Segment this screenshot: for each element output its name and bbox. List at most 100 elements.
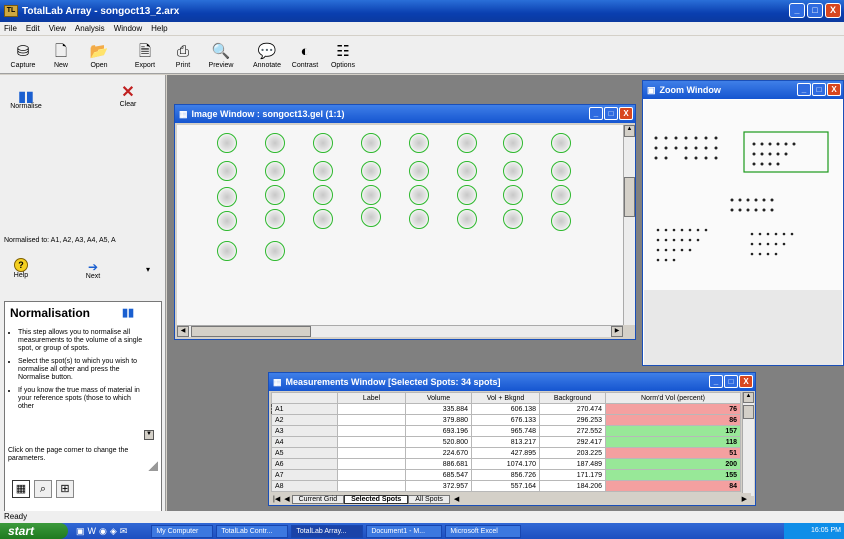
next-button[interactable]: ➔ Next xyxy=(78,261,108,280)
minimize-button[interactable]: _ xyxy=(589,107,603,120)
spot[interactable] xyxy=(409,185,429,205)
task-microsoft-excel[interactable]: Microsoft Excel xyxy=(445,524,522,538)
spot[interactable] xyxy=(217,211,237,231)
close-button[interactable]: X xyxy=(619,107,633,120)
spot[interactable] xyxy=(361,133,381,153)
maximize-button[interactable]: □ xyxy=(807,3,823,18)
maximize-button[interactable]: □ xyxy=(604,107,618,120)
spot[interactable] xyxy=(265,209,285,229)
spot[interactable] xyxy=(361,207,381,227)
spot[interactable] xyxy=(217,133,237,153)
spot[interactable] xyxy=(217,187,237,207)
spot[interactable] xyxy=(265,241,285,261)
preview-button[interactable]: 🔍 Preview xyxy=(202,36,240,73)
spot[interactable] xyxy=(265,161,285,181)
tab-selected-spots[interactable]: Selected Spots xyxy=(344,494,409,504)
spot[interactable] xyxy=(457,185,477,205)
task-totallab-array[interactable]: TotalLab Array... xyxy=(291,524,364,538)
table-row[interactable]: A4 520.800 813.217 292.417 118 xyxy=(271,436,741,448)
table-row[interactable]: A8 372.957 557.164 184.206 84 xyxy=(271,480,741,492)
spot[interactable] xyxy=(217,241,237,261)
spot[interactable] xyxy=(313,161,333,181)
task-my-computer[interactable]: My Computer xyxy=(151,524,214,538)
vertical-scrollbar[interactable]: ▲ xyxy=(742,392,754,496)
task-totallab-control[interactable]: TotalLab Contr... xyxy=(216,524,289,538)
spot[interactable] xyxy=(217,161,237,181)
tab-scroll-left-icon[interactable]: ◀ xyxy=(450,495,463,503)
scroll-left-button[interactable]: ◀ xyxy=(177,326,189,337)
close-button[interactable]: X xyxy=(739,375,753,388)
measurements-window-titlebar[interactable]: ▦ Measurements Window [Selected Spots: 3… xyxy=(269,373,755,391)
scroll-thumb[interactable] xyxy=(624,177,635,217)
scroll-up-button[interactable]: ▲ xyxy=(743,392,754,403)
export-button[interactable]: 🗎 Export xyxy=(126,36,164,73)
chevron-down-icon[interactable]: ▾ xyxy=(146,265,150,274)
menu-analysis[interactable]: Analysis xyxy=(75,24,105,33)
menu-view[interactable]: View xyxy=(49,24,66,33)
scroll-down-button[interactable]: ▼ xyxy=(144,430,154,440)
spot[interactable] xyxy=(503,133,523,153)
quick-launch-icon[interactable]: ◈ xyxy=(110,526,117,537)
scroll-right-button[interactable]: ▶ xyxy=(611,326,623,337)
column-header[interactable]: Vol + Bkgnd xyxy=(471,392,540,404)
close-button[interactable]: X xyxy=(827,83,841,96)
quick-launch-icon[interactable]: ◉ xyxy=(99,526,107,537)
zoom-view-icon[interactable]: ⌕ xyxy=(34,480,52,498)
maximize-button[interactable]: □ xyxy=(724,375,738,388)
help-button[interactable]: ? Help xyxy=(6,258,36,279)
table-row[interactable]: A7 685.547 856.726 171.179 155 xyxy=(271,469,741,481)
spot[interactable] xyxy=(361,185,381,205)
spot[interactable] xyxy=(265,185,285,205)
spot[interactable] xyxy=(503,185,523,205)
tab-first-icon[interactable]: |◀ xyxy=(271,495,282,503)
clear-button[interactable]: ✕ Clear xyxy=(108,85,148,109)
minimize-button[interactable]: _ xyxy=(789,3,805,18)
contrast-button[interactable]: ◐ Contrast xyxy=(286,36,324,73)
minimize-button[interactable]: _ xyxy=(709,375,723,388)
minimize-button[interactable]: _ xyxy=(797,83,811,96)
spot[interactable] xyxy=(457,209,477,229)
quick-launch-icon[interactable]: ✉ xyxy=(120,526,128,537)
menu-help[interactable]: Help xyxy=(151,24,167,33)
spot[interactable] xyxy=(457,133,477,153)
menu-window[interactable]: Window xyxy=(114,24,142,33)
options-button[interactable]: ☷ Options xyxy=(324,36,362,73)
print-button[interactable]: ⎙ Print xyxy=(164,36,202,73)
menu-edit[interactable]: Edit xyxy=(26,24,40,33)
tab-current-grid[interactable]: Current Grid xyxy=(291,494,345,504)
spot[interactable] xyxy=(551,161,571,181)
quick-launch-icon[interactable]: ▣ xyxy=(76,526,85,537)
gel-image[interactable] xyxy=(177,125,623,325)
image-window-titlebar[interactable]: ▦ Image Window : songoct13.gel (1:1) _ □ X xyxy=(175,105,635,123)
column-header[interactable]: Background xyxy=(539,392,606,404)
tab-scroll-right-icon[interactable]: ▶ xyxy=(738,495,751,503)
spot[interactable] xyxy=(409,209,429,229)
tab-all-spots[interactable]: All Spots xyxy=(408,494,450,504)
close-button[interactable]: X xyxy=(825,3,841,18)
spot[interactable] xyxy=(551,211,571,231)
start-button[interactable]: start xyxy=(0,523,68,539)
spot[interactable] xyxy=(551,185,571,205)
column-header[interactable]: Volume xyxy=(405,392,472,404)
tab-prev-icon[interactable]: ◀ xyxy=(282,495,291,503)
scroll-up-button[interactable]: ▲ xyxy=(624,125,635,137)
spot[interactable] xyxy=(409,133,429,153)
grid-view-icon[interactable]: ▦ xyxy=(12,480,30,498)
horizontal-scrollbar[interactable]: ◀ ▶ xyxy=(177,325,623,337)
capture-button[interactable]: ⛁ Capture xyxy=(4,36,42,73)
page-corner-icon[interactable] xyxy=(148,461,158,471)
normalise-button[interactable]: ▮▮ Normalise xyxy=(6,89,46,110)
spot[interactable] xyxy=(361,161,381,181)
maximize-button[interactable]: □ xyxy=(812,83,826,96)
spot[interactable] xyxy=(313,209,333,229)
spot[interactable] xyxy=(503,161,523,181)
spot[interactable] xyxy=(551,133,571,153)
quick-launch-icon[interactable]: W xyxy=(88,526,97,537)
column-header[interactable]: Norm'd Vol (percent) xyxy=(605,392,741,404)
spot[interactable] xyxy=(313,133,333,153)
vertical-scrollbar[interactable]: ▲ xyxy=(623,125,635,325)
new-button[interactable]: 🗋 New xyxy=(42,36,80,73)
scroll-thumb[interactable] xyxy=(743,405,754,419)
spot[interactable] xyxy=(409,161,429,181)
open-button[interactable]: 📂 Open xyxy=(80,36,118,73)
